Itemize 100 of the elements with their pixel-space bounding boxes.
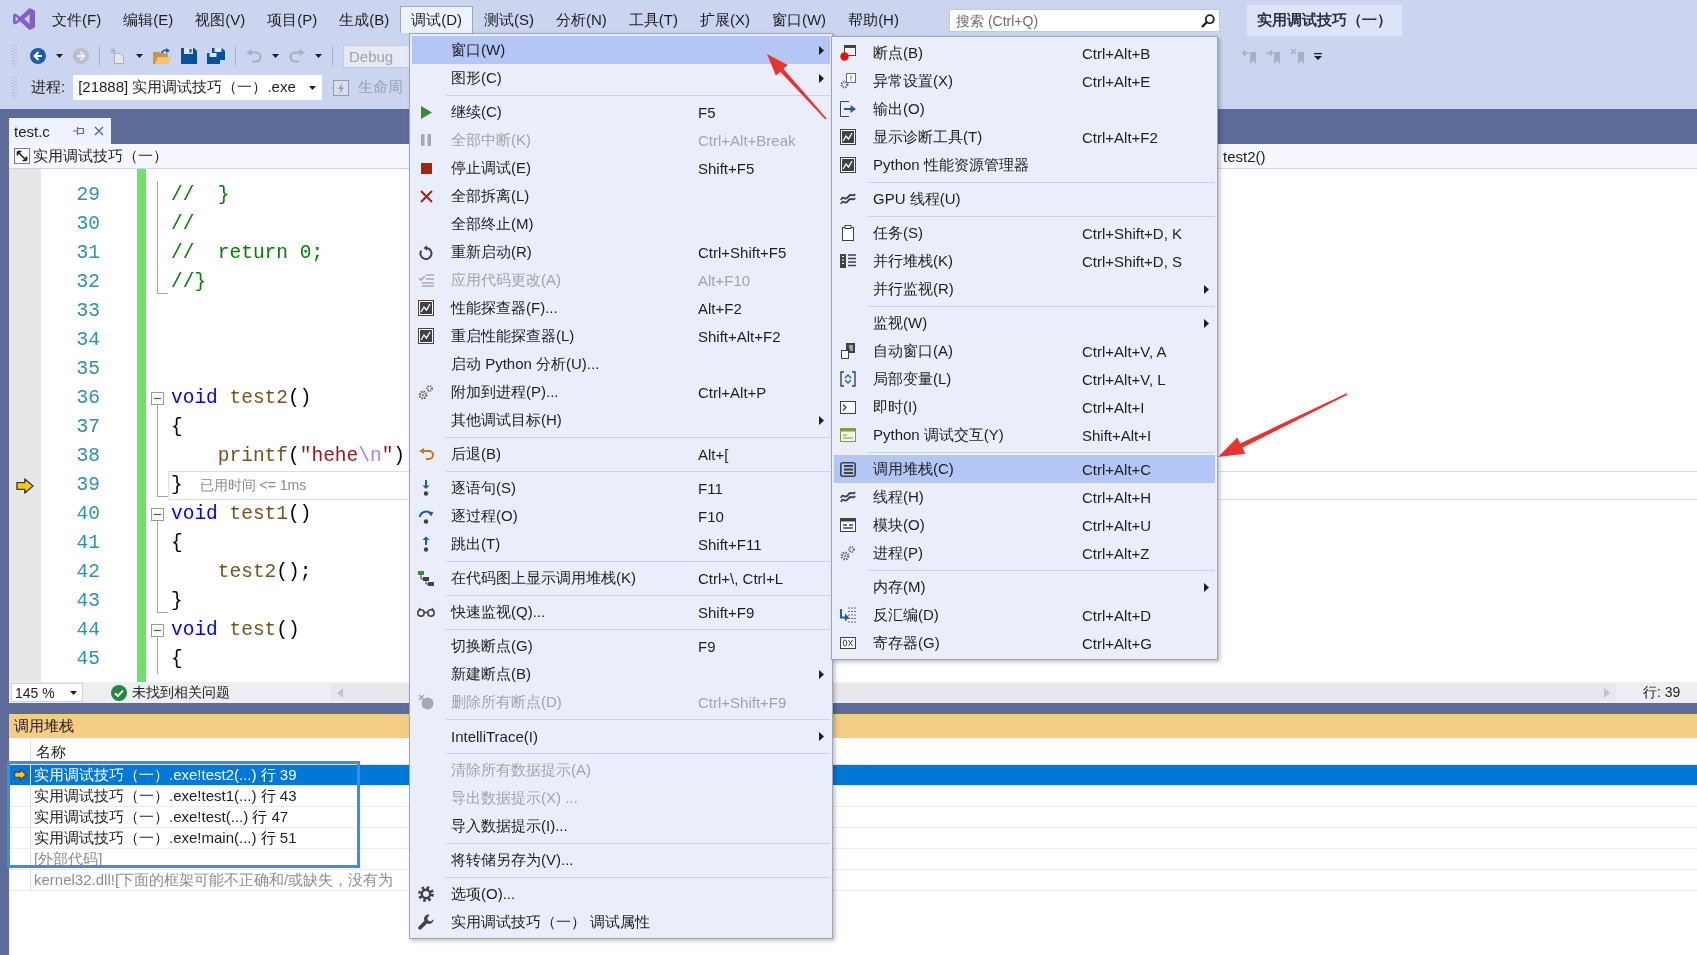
collapse-icon[interactable] <box>151 624 164 637</box>
close-icon[interactable] <box>94 126 104 136</box>
menu-item[interactable]: 输出(O) <box>834 95 1215 123</box>
brackets-icon <box>840 371 856 387</box>
menu-bar-item[interactable]: 编辑(E) <box>112 6 185 33</box>
menu-bar-item[interactable]: 生成(B) <box>328 6 401 33</box>
menu-item[interactable]: 逐过程(O) F10 <box>412 502 830 530</box>
horizontal-scrollbar[interactable] <box>833 684 1616 701</box>
menu-item[interactable]: Python 性能资源管理器 <box>834 151 1215 179</box>
hierarchy-icon <box>418 570 434 586</box>
breakpoint-window-icon <box>840 45 856 61</box>
code-line: // } <box>171 183 230 208</box>
caret-icon[interactable] <box>136 54 143 58</box>
zoom-dropdown[interactable]: 145 % <box>11 683 83 702</box>
menu-item[interactable]: Python 调试交互(Y) Shift+Alt+I <box>834 421 1215 449</box>
back-icon[interactable] <box>30 48 46 64</box>
menu-item[interactable]: 新建断点(B) <box>412 660 830 688</box>
project-dropdown[interactable]: 实用调试技巧（一） <box>9 144 409 168</box>
menu-item[interactable]: 反汇编(D) Ctrl+Alt+D <box>834 601 1215 629</box>
menu-bar-item[interactable]: 文件(F) <box>41 6 113 33</box>
gears-icon <box>418 384 434 400</box>
menu-item[interactable]: 进程(P) Ctrl+Alt+Z <box>834 539 1215 567</box>
menu-item[interactable]: 任务(S) Ctrl+Shift+D, K <box>834 219 1215 247</box>
line-number: 36 <box>76 387 100 409</box>
interactive-window-icon <box>840 428 856 442</box>
menu-item[interactable]: 快速监视(Q)... Shift+F9 <box>412 598 830 626</box>
menu-item[interactable]: 局部变量(L) Ctrl+Alt+V, L <box>834 365 1215 393</box>
performance-tip: 已用时间 <= 1ms <box>199 476 307 495</box>
menu-item[interactable]: 窗口(W) <box>412 36 830 64</box>
menu-item[interactable]: GPU 线程(U) <box>834 185 1215 213</box>
pin-icon[interactable] <box>73 126 85 136</box>
menu-item[interactable]: 断点(B) Ctrl+Alt+B <box>834 39 1215 67</box>
menu-item[interactable]: 图形(C) <box>412 64 830 92</box>
line-number: 32 <box>76 271 100 293</box>
registers-icon <box>840 637 856 649</box>
menu-item[interactable]: 线程(H) Ctrl+Alt+H <box>834 483 1215 511</box>
column-header[interactable]: 名称 <box>31 744 66 760</box>
menu-item[interactable]: 跳出(T) Shift+F11 <box>412 530 830 558</box>
line-number: 41 <box>76 532 100 554</box>
menu-item[interactable]: 继续(C) F5 <box>412 98 830 126</box>
menu-item[interactable]: 调用堆栈(C) Ctrl+Alt+C <box>834 455 1215 483</box>
caret-icon[interactable] <box>315 54 322 58</box>
output-icon <box>840 101 856 117</box>
menu-item[interactable]: IntelliTrace(I) <box>412 722 830 750</box>
overflow-icon[interactable] <box>1314 52 1322 60</box>
menu-item[interactable]: 后退(B) Alt+[ <box>412 440 830 468</box>
menu-item[interactable]: 异常设置(X) Ctrl+Alt+E <box>834 67 1215 95</box>
line-number: 43 <box>76 590 100 612</box>
exception-settings-icon <box>840 73 856 89</box>
menu-bar-item[interactable]: 窗口(W) <box>760 6 838 33</box>
menu-item[interactable]: 自动窗口(A) Ctrl+Alt+V, A <box>834 337 1215 365</box>
menu-bar-item[interactable]: 工具(T) <box>617 6 689 33</box>
menu-item[interactable]: 逐语句(S) F11 <box>412 474 830 502</box>
collapse-icon[interactable] <box>151 392 164 405</box>
menu-item[interactable]: 在代码图上显示调用堆栈(K) Ctrl+\, Ctrl+L <box>412 564 830 592</box>
caret-icon[interactable] <box>309 85 317 90</box>
settings-icon <box>418 886 434 902</box>
open-folder-icon[interactable] <box>153 48 171 64</box>
save-icon[interactable] <box>181 48 197 64</box>
menu-bar-item[interactable]: 测试(S) <box>473 6 545 33</box>
function-dropdown[interactable]: test2() <box>1218 147 1266 165</box>
caret-icon[interactable] <box>70 690 77 695</box>
menu-item[interactable]: 重新启动(R) Ctrl+Shift+F5 <box>412 238 830 266</box>
menu-item[interactable]: 并行监视(R) <box>834 275 1215 303</box>
menu-item[interactable]: 附加到进程(P)... Ctrl+Alt+P <box>412 378 830 406</box>
line-number: 42 <box>76 561 100 583</box>
menu-item[interactable]: 寄存器(G) Ctrl+Alt+G <box>834 629 1215 657</box>
horizontal-scrollbar[interactable] <box>331 684 409 701</box>
menu-bar-item[interactable]: 分析(N) <box>545 6 618 33</box>
caret-icon[interactable] <box>56 54 63 58</box>
menu-item[interactable]: 其他调试目标(H) <box>412 406 830 434</box>
menu-item[interactable]: 实用调试技巧（一） 调试属性 <box>412 908 830 936</box>
menu-item[interactable]: 内存(M) <box>834 573 1215 601</box>
menu-item[interactable]: 全部拆离(L) <box>412 182 830 210</box>
save-all-icon[interactable] <box>207 48 225 64</box>
step-over-icon <box>418 508 434 524</box>
caret-icon[interactable] <box>272 54 279 58</box>
menu-item[interactable]: 重启性能探查器(L) Shift+Alt+F2 <box>412 322 830 350</box>
menu-item[interactable]: 启动 Python 分析(U)... <box>412 350 830 378</box>
menu-bar-item[interactable]: 帮助(H) <box>837 6 910 33</box>
grip-icon <box>12 45 17 67</box>
menu-bar-item[interactable]: 扩展(X) <box>688 6 761 33</box>
process-dropdown[interactable]: [21888] 实用调试技巧（一）.exe <box>73 75 323 100</box>
collapse-icon[interactable] <box>151 508 164 521</box>
menu-item[interactable]: 并行堆栈(K) Ctrl+Shift+D, S <box>834 247 1215 275</box>
menu-item[interactable]: 显示诊断工具(T) Ctrl+Alt+F2 <box>834 123 1215 151</box>
menu-bar-item[interactable]: 视图(V) <box>184 6 257 33</box>
menu-item[interactable]: 停止调试(E) Shift+F5 <box>412 154 830 182</box>
menu-item[interactable]: 即时(I) Ctrl+Alt+I <box>834 393 1215 421</box>
menu-bar-item[interactable]: 调试(D) <box>400 6 473 33</box>
code-line: void test1() <box>171 502 312 527</box>
menu-bar-item[interactable]: 项目(P) <box>256 6 329 33</box>
line-number: 45 <box>76 648 100 670</box>
menu-item[interactable]: 全部终止(M) <box>412 210 830 238</box>
menu-item[interactable]: 切换断点(G) F9 <box>412 632 830 660</box>
menu-item[interactable]: 监视(W) <box>834 309 1215 337</box>
menu-item[interactable]: 模块(O) Ctrl+Alt+U <box>834 511 1215 539</box>
menu-item[interactable]: 性能探查器(F)... Alt+F2 <box>412 294 830 322</box>
line-number: 34 <box>76 329 100 351</box>
file-tab[interactable]: test.c <box>9 118 111 144</box>
